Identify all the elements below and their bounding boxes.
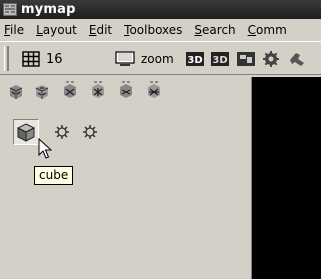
window-title: mymap: [21, 2, 76, 17]
grid-size-button[interactable]: 16: [22, 50, 63, 68]
menu-comm[interactable]: Comm: [242, 21, 293, 39]
shape-1-icon[interactable]: [6, 82, 26, 102]
map-canvas[interactable]: [251, 77, 321, 279]
menu-search[interactable]: Search: [188, 21, 241, 39]
shape-4-icon[interactable]: [88, 80, 108, 100]
shape-7-icon[interactable]: [52, 122, 72, 142]
shape-5-icon[interactable]: [116, 80, 136, 100]
3d-view-button[interactable]: 3D: [185, 50, 205, 68]
svg-text:3D: 3D: [187, 55, 202, 66]
3d-rotate-icon: [237, 52, 255, 66]
menu-toolboxes[interactable]: Toolboxes: [118, 21, 188, 39]
zoom-button[interactable]: zoom: [115, 50, 174, 68]
shapes-panel: cube: [0, 77, 251, 279]
tool-icon: [290, 53, 304, 66]
grid-size-value: 16: [46, 51, 63, 67]
app-window: mymap File Layout Edit Toolboxes Search …: [0, 0, 321, 279]
arrow-cursor-icon: [38, 138, 52, 159]
menu-edit[interactable]: Edit: [83, 21, 118, 39]
shape-2-icon[interactable]: [32, 82, 52, 102]
menu-bar: File Layout Edit Toolboxes Search Comm: [0, 20, 321, 40]
3d-icon: 3D: [186, 52, 204, 66]
title-bar: mymap: [0, 0, 321, 19]
shape-3-icon[interactable]: [60, 80, 80, 100]
menu-file[interactable]: File: [0, 21, 30, 39]
map-icon[interactable]: [3, 3, 17, 16]
settings-button[interactable]: [262, 50, 280, 68]
3d-shaded-button[interactable]: 3D: [210, 50, 230, 68]
toolbar: 16 zoom 3D 3D: [0, 41, 321, 75]
toolbar-grip[interactable]: [4, 46, 9, 71]
3d-rotate-button[interactable]: [236, 50, 256, 68]
tool-button[interactable]: [288, 50, 308, 68]
screen-icon: [115, 51, 135, 66]
grid-icon: [22, 51, 40, 67]
3d-shaded-icon: 3D: [211, 52, 229, 66]
menu-layout[interactable]: Layout: [30, 21, 83, 39]
cube-button[interactable]: [13, 119, 39, 145]
cube-icon: [16, 123, 36, 142]
gear-icon: [263, 51, 279, 67]
cube-tooltip: cube: [34, 166, 74, 185]
shape-8-icon[interactable]: [80, 122, 100, 142]
svg-text:3D: 3D: [212, 55, 227, 66]
shape-6-icon[interactable]: [144, 80, 164, 100]
zoom-label: zoom: [141, 52, 174, 66]
